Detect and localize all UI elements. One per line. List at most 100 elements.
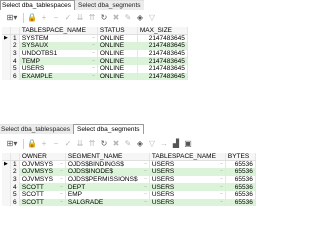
cell-tablespace-name[interactable]: UNDOTBS1 ··· xyxy=(19,49,98,58)
filter-down-icon[interactable]: ⇊ xyxy=(74,12,86,24)
cell-status[interactable]: ONLINE xyxy=(97,49,138,58)
cell-bytes[interactable]: 65536 xyxy=(225,190,256,199)
column-header-segment-name[interactable]: SEGMENT_NAME xyxy=(65,153,150,162)
add-row-icon[interactable]: + xyxy=(38,138,50,150)
more-icon[interactable]: ··· xyxy=(59,184,63,191)
delete-row-icon[interactable]: − xyxy=(50,138,62,150)
more-icon[interactable]: ··· xyxy=(143,191,147,198)
cell-owner[interactable]: SCOTT ··· xyxy=(19,183,66,191)
table-row[interactable]: 4 SCOTT ··· DEPT ··· USERS ··· 65536 xyxy=(2,183,256,191)
edit-icon[interactable]: ✎ xyxy=(122,138,134,150)
table-row[interactable]: 3 UNDOTBS1 ··· ONLINE 2147483645 xyxy=(2,49,188,58)
cell-status[interactable]: ONLINE xyxy=(97,42,138,50)
tab-select-dba-segments[interactable]: Select dba_segments xyxy=(73,124,144,134)
cell-segment-name[interactable]: OJDS$INODE$ ··· xyxy=(65,168,150,176)
cell-status[interactable]: ONLINE xyxy=(97,57,138,65)
table-row[interactable]: 2 OJVMSYS ··· OJDS$INODE$ ··· USERS ··· 655… xyxy=(2,168,256,176)
table-row[interactable]: 5 SCOTT ··· EMP ··· USERS ··· 65536 xyxy=(2,190,256,199)
more-icon[interactable]: ··· xyxy=(143,184,147,191)
column-header-max-size[interactable]: MAX_SIZE xyxy=(137,27,188,36)
chart-icon[interactable]: ▟ xyxy=(170,138,182,150)
cell-segment-name[interactable]: OJDS$BINDINGS$ ··· xyxy=(65,160,150,169)
table-row[interactable]: 3 OJVMSYS ··· OJDS$PERMISSIONS$ ··· USERS ·… xyxy=(2,175,256,184)
more-icon[interactable]: ··· xyxy=(219,184,223,191)
refresh-icon[interactable]: ↻ xyxy=(98,12,110,24)
more-icon[interactable]: ··· xyxy=(143,168,147,175)
cell-bytes[interactable]: 65536 xyxy=(225,175,256,184)
more-icon[interactable]: ··· xyxy=(91,73,95,80)
more-icon[interactable]: ··· xyxy=(59,199,63,206)
tab-select-dba-tablespaces[interactable]: Select dba_tablespaces xyxy=(0,0,76,10)
table-row[interactable]: ▶ 1 SYSTEM ··· ONLINE 2147483645 xyxy=(2,34,188,43)
more-icon[interactable]: ··· xyxy=(91,35,95,42)
lock-icon[interactable]: 🔒 xyxy=(26,12,38,24)
more-icon[interactable]: ··· xyxy=(219,161,223,168)
cell-status[interactable]: ONLINE xyxy=(97,72,138,81)
more-icon[interactable]: ··· xyxy=(91,65,95,72)
table-row[interactable]: 5 USERS ··· ONLINE 2147483645 xyxy=(2,64,188,73)
clear-icon[interactable]: ✖ xyxy=(110,12,122,24)
more-icon[interactable]: ··· xyxy=(219,176,223,183)
cell-bytes[interactable]: 65536 xyxy=(225,160,256,169)
cell-max-size[interactable]: 2147483645 xyxy=(137,42,188,50)
cell-tablespace-name[interactable]: TEMP ··· xyxy=(19,57,98,65)
column-header-bytes[interactable]: BYTES xyxy=(225,153,256,162)
save-icon[interactable]: ▣ xyxy=(182,138,194,150)
table-row[interactable]: 6 EXAMPLE ··· ONLINE 2147483645 xyxy=(2,72,188,81)
more-icon[interactable]: ··· xyxy=(143,161,147,168)
more-icon[interactable]: ··· xyxy=(219,191,223,198)
cell-owner[interactable]: OJVMSYS ··· xyxy=(19,160,66,169)
post-icon[interactable]: ✓ xyxy=(62,12,74,24)
tab-select-dba-segments[interactable]: Select dba_segments xyxy=(75,0,144,10)
cell-segment-name[interactable]: SALGRADE ··· xyxy=(65,198,150,207)
query-icon[interactable]: ◈ xyxy=(134,12,146,24)
add-row-icon[interactable]: + xyxy=(38,12,50,24)
more-icon[interactable]: ··· xyxy=(59,168,63,175)
query-icon[interactable]: ◈ xyxy=(134,138,146,150)
filter-down-icon[interactable]: ⇊ xyxy=(74,138,86,150)
cell-max-size[interactable]: 2147483645 xyxy=(137,34,188,43)
navigate-icon[interactable]: → xyxy=(158,138,170,150)
tab-select-dba-tablespaces[interactable]: Select dba_tablespaces xyxy=(0,124,74,134)
more-icon[interactable]: ··· xyxy=(59,191,63,198)
table-row[interactable]: 4 TEMP ··· ONLINE 2147483645 xyxy=(2,57,188,65)
cell-bytes[interactable]: 65536 xyxy=(225,183,256,191)
refresh-icon[interactable]: ↻ xyxy=(98,138,110,150)
post-icon[interactable]: ✓ xyxy=(62,138,74,150)
cell-max-size[interactable]: 2147483645 xyxy=(137,72,188,81)
cell-tablespace-name[interactable]: USERS ··· xyxy=(149,175,226,184)
cell-tablespace-name[interactable]: EXAMPLE ··· xyxy=(19,72,98,81)
cell-segment-name[interactable]: OJDS$PERMISSIONS$ ··· xyxy=(65,175,150,184)
cell-tablespace-name[interactable]: USERS ··· xyxy=(19,64,98,73)
more-icon[interactable]: ··· xyxy=(219,199,223,206)
more-icon[interactable]: ··· xyxy=(91,50,95,57)
cell-tablespace-name[interactable]: SYSAUX ··· xyxy=(19,42,98,50)
cell-max-size[interactable]: 2147483645 xyxy=(137,64,188,73)
table-row[interactable]: 6 SCOTT ··· SALGRADE ··· USERS ··· 65536 xyxy=(2,198,256,207)
filter-icon[interactable]: ▽ xyxy=(146,138,158,150)
clear-icon[interactable]: ✖ xyxy=(110,138,122,150)
column-header-owner[interactable]: OWNER xyxy=(19,153,66,162)
cell-segment-name[interactable]: DEPT ··· xyxy=(65,183,150,191)
filter-icon[interactable]: ▽ xyxy=(146,12,158,24)
cell-bytes[interactable]: 65536 xyxy=(225,168,256,176)
more-icon[interactable]: ··· xyxy=(219,168,223,175)
cell-tablespace-name[interactable]: USERS ··· xyxy=(149,198,226,207)
column-header-status[interactable]: STATUS xyxy=(97,27,138,36)
cell-segment-name[interactable]: EMP ··· xyxy=(65,190,150,199)
cell-owner[interactable]: OJVMSYS ··· xyxy=(19,168,66,176)
more-icon[interactable]: ··· xyxy=(91,58,95,65)
cancel-filter-icon[interactable]: ⇈ xyxy=(86,12,98,24)
cell-tablespace-name[interactable]: SYSTEM ··· xyxy=(19,34,98,43)
column-header-tablespace-name[interactable]: TABLESPACE_NAME xyxy=(19,27,98,36)
grid-icon[interactable]: ⊞▾ xyxy=(3,138,21,150)
lock-icon[interactable]: 🔒 xyxy=(26,138,38,150)
cell-owner[interactable]: SCOTT ··· xyxy=(19,190,66,199)
more-icon[interactable]: ··· xyxy=(59,176,63,183)
more-icon[interactable]: ··· xyxy=(59,161,63,168)
cell-status[interactable]: ONLINE xyxy=(97,64,138,73)
cancel-filter-icon[interactable]: ⇈ xyxy=(86,138,98,150)
cell-max-size[interactable]: 2147483645 xyxy=(137,49,188,58)
cell-max-size[interactable]: 2147483645 xyxy=(137,57,188,65)
cell-bytes[interactable]: 65536 xyxy=(225,198,256,207)
